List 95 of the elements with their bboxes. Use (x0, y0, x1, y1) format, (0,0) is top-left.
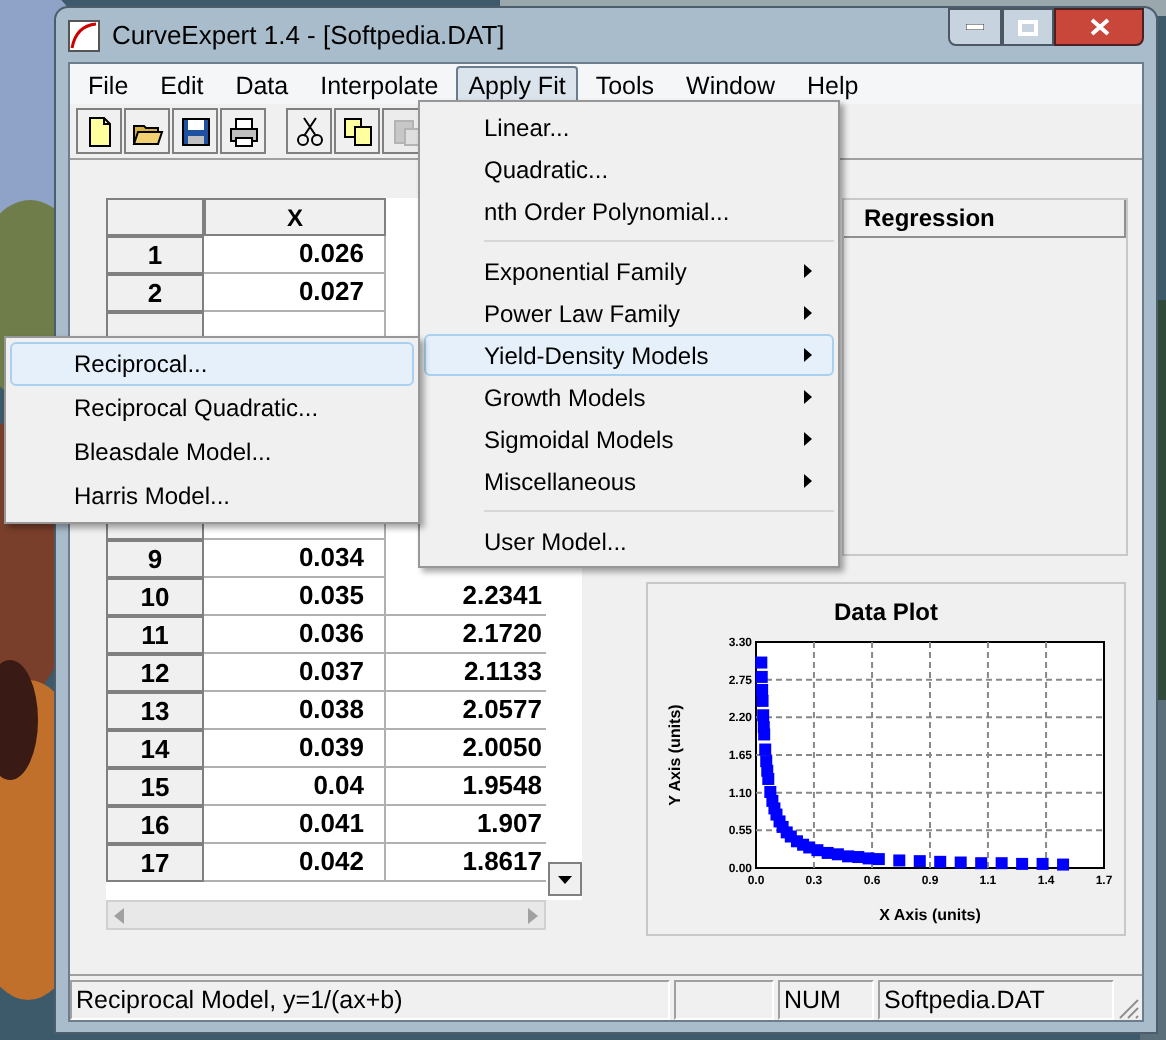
minimize-icon (966, 24, 984, 30)
toolbar-button[interactable] (334, 108, 380, 154)
table-cell: 0.037 (204, 654, 386, 692)
toolbar-button[interactable] (76, 108, 122, 154)
clipboard-icon (389, 115, 421, 147)
chart-title: Data Plot (833, 596, 938, 630)
row-header: 12 (106, 654, 204, 692)
table-cell: 2.0050 (386, 730, 546, 768)
minimize-button[interactable] (948, 8, 1002, 46)
scroll-down-button[interactable] (548, 862, 582, 896)
window-title: CurveExpert 1.4 - [Softpedia.DAT] (112, 17, 505, 54)
menu-item[interactable]: Edit (146, 65, 218, 103)
menu-item[interactable]: Bleasdale Model... (10, 430, 414, 474)
row-header: 10 (106, 578, 204, 616)
table-cell: 0.026 (204, 236, 386, 274)
table-cell: 0.034 (204, 540, 386, 578)
table-cell: 2.1133 (386, 654, 546, 692)
table-cell: 0.038 (204, 692, 386, 730)
close-icon (1089, 18, 1109, 36)
menu-item[interactable]: Quadratic... (424, 148, 834, 190)
row-header: 2 (106, 274, 204, 312)
table-cell: 1.907 (386, 806, 546, 844)
table-cell: 0.041 (204, 806, 386, 844)
menu-item[interactable]: Sigmoidal Models (424, 418, 834, 460)
menu-item[interactable]: Exponential Family (424, 250, 834, 292)
row-header: 15 (106, 768, 204, 806)
submenu-arrow-icon (804, 264, 812, 278)
menu-item[interactable]: Data (221, 65, 303, 103)
menu-item[interactable]: Help (792, 65, 873, 103)
table-cell: 0.04 (204, 768, 386, 806)
toolbar-button[interactable] (286, 108, 332, 154)
maximize-button[interactable] (1002, 8, 1054, 46)
menu-item[interactable]: Reciprocal... (10, 342, 414, 386)
menu-item[interactable]: Reciprocal Quadratic... (10, 386, 414, 430)
maximize-icon (1018, 19, 1038, 35)
copy-pages-icon (341, 115, 373, 147)
scroll-left-icon (114, 907, 124, 923)
close-button[interactable] (1054, 8, 1144, 46)
resize-grip-icon (1118, 998, 1140, 1020)
row-header: 1 (106, 236, 204, 274)
submenu-arrow-icon (804, 306, 812, 320)
menu-item[interactable]: Yield-Density Models (424, 334, 834, 376)
menu-item[interactable]: Tools (581, 65, 669, 103)
menu-item[interactable]: Power Law Family (424, 292, 834, 334)
menu-item[interactable]: nth Order Polynomial... (424, 190, 834, 232)
row-header: 14 (106, 730, 204, 768)
table-cell: 0.042 (204, 844, 386, 882)
table-cell: 2.1720 (386, 616, 546, 654)
row-header: 17 (106, 844, 204, 882)
data-point (893, 854, 906, 867)
printer-icon (227, 115, 259, 147)
column-header: X (204, 198, 386, 236)
menu-item[interactable]: Window (672, 65, 789, 103)
app-icon (68, 19, 100, 51)
submenu-arrow-icon (804, 432, 812, 446)
table-cell: 0.039 (204, 730, 386, 768)
row-header: 11 (106, 616, 204, 654)
submenu-arrow-icon (804, 348, 812, 362)
menu-item[interactable]: Interpolate (306, 65, 453, 103)
table-cell: 1.8617 (386, 844, 546, 882)
table-cell: 0.027 (204, 274, 386, 312)
table-cell: 1.9548 (386, 768, 546, 806)
submenu-arrow-icon (804, 390, 812, 404)
menu-item[interactable]: Linear... (424, 106, 834, 148)
menu-item[interactable]: Miscellaneous (424, 460, 834, 502)
scissors-icon (293, 115, 325, 147)
menu-item[interactable]: Harris Model... (10, 474, 414, 518)
toolbar-button[interactable] (124, 108, 170, 154)
down-arrow-icon (558, 875, 572, 883)
toolbar-button[interactable] (172, 108, 218, 154)
table-cell: 0.036 (204, 616, 386, 654)
menu-item[interactable]: User Model... (424, 520, 834, 562)
corner-header (106, 198, 204, 236)
x-axis-label: X Axis (units) (879, 906, 981, 924)
table-cell: 2.0577 (386, 692, 546, 730)
horizontal-scrollbar[interactable] (106, 900, 546, 930)
y-axis-label: Y Axis (units) (666, 704, 684, 806)
panel-header: Regression (844, 200, 1126, 238)
new-page-icon (83, 115, 115, 147)
menu-item[interactable]: Growth Models (424, 376, 834, 418)
row-header: 9 (106, 540, 204, 578)
menu-item[interactable]: Apply Fit (456, 65, 578, 103)
toolbar-button[interactable] (220, 108, 266, 154)
row-header: 16 (106, 806, 204, 844)
status-text: NUM (778, 980, 874, 1020)
table-cell: 0.035 (204, 578, 386, 616)
scroll-right-icon (528, 907, 538, 923)
table-cell: 2.2341 (386, 578, 546, 616)
menu-item[interactable]: File (74, 65, 143, 103)
status-text: Reciprocal Model, y=1/(ax+b) (70, 980, 670, 1020)
status-text: Softpedia.DAT (878, 980, 1114, 1020)
submenu-arrow-icon (804, 474, 812, 488)
row-header: 13 (106, 692, 204, 730)
data-point (975, 857, 988, 870)
status-pane (674, 980, 774, 1020)
